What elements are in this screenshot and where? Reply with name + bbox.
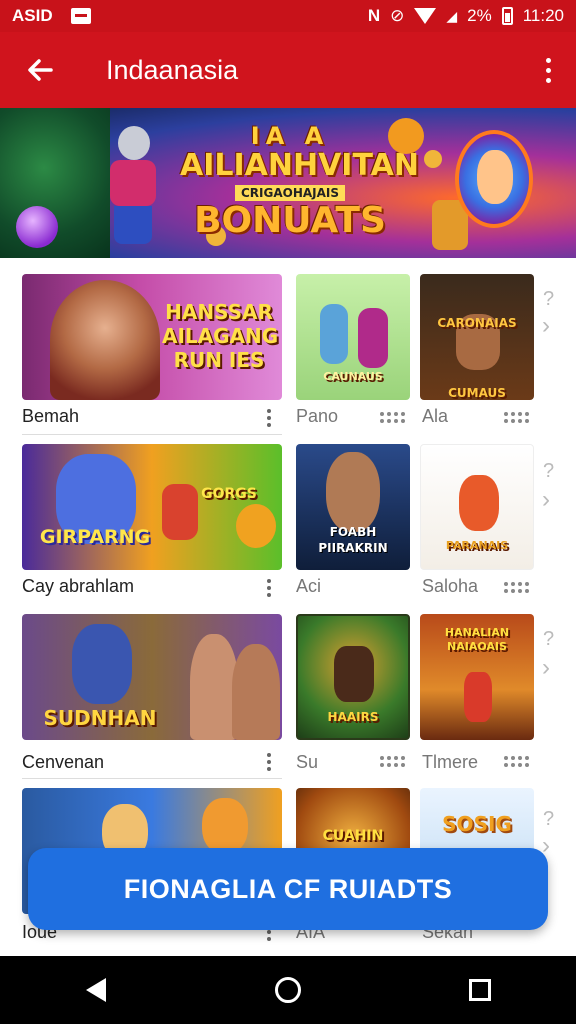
game-card-small[interactable]: FOABH PIIRAKRIN: [296, 444, 410, 570]
game-card-small[interactable]: CARONAIAS CUMAUS: [420, 274, 534, 400]
man-portrait-art: [326, 452, 380, 532]
game-card-art-text: GIRPARNG: [39, 526, 151, 548]
chevron-right-icon[interactable]: ›: [542, 312, 550, 340]
creature-art: [358, 308, 388, 368]
runner-character-art: [464, 672, 492, 722]
game-row: SUDNHAN HAAIRS HANALIAN NAIAOAIS Cenvena…: [0, 614, 576, 789]
help-icon[interactable]: ?: [543, 288, 554, 311]
signal-icon: ◢: [446, 7, 458, 24]
game-card-art-text: CUAHIN: [322, 828, 384, 844]
status-left-text: ASID: [12, 6, 53, 25]
back-triangle-icon: [86, 978, 106, 1002]
game-row: GIRPARNG GORGS FOABH PIIRAKRIN PARANAIS …: [0, 444, 576, 619]
game-card-art-text: HANSSAR AILAGANG RUN IES: [162, 300, 279, 372]
game-card-art-text: CARONAIAS CUMAUS: [437, 316, 517, 400]
recents-square-icon: [469, 979, 491, 1001]
game-title[interactable]: Saloha: [422, 576, 478, 597]
clock: 11:20: [522, 6, 564, 25]
app-bar: Indaanasia: [0, 32, 576, 108]
overflow-menu-button[interactable]: [520, 32, 576, 108]
battery-icon: [501, 7, 513, 25]
game-title[interactable]: Su: [296, 752, 318, 773]
nav-recents-button[interactable]: [440, 956, 520, 1024]
battery-percent: 2%: [467, 6, 492, 25]
game-card-art-text: FOABH PIIRAKRIN: [318, 525, 388, 555]
game-card-large[interactable]: SUDNHAN: [22, 614, 282, 740]
purple-gem-art: [16, 206, 58, 248]
game-card-small[interactable]: HANALIAN NAIAOAIS: [420, 614, 534, 740]
help-icon[interactable]: ?: [543, 808, 554, 831]
alarm-icon: ⊘: [390, 6, 405, 25]
creature-art: [320, 304, 348, 364]
portal-character-art: [455, 130, 533, 228]
home-circle-icon: [275, 977, 301, 1003]
game-card-art-text: HANALIAN NAIAOAIS: [444, 626, 510, 653]
game-title[interactable]: Aci: [296, 576, 321, 597]
promo-banner[interactable]: IA A AILIANHVITAN CRIGAOHAJAIS BONUATS: [0, 108, 576, 258]
more-vert-icon[interactable]: [264, 408, 274, 428]
man-portrait-art: [232, 644, 280, 740]
game-card-art-text: PARANAIS: [445, 539, 509, 552]
hero-character-art: [72, 624, 132, 704]
nfc-icon: N: [367, 6, 381, 25]
nav-back-button[interactable]: [56, 956, 136, 1024]
grid-dots-icon[interactable]: [504, 756, 529, 770]
screen-icon: [70, 8, 91, 24]
cta-button[interactable]: FIONAGLIA CF RUIADTS: [28, 848, 548, 930]
mascot-art: [388, 118, 424, 154]
banner-headline: IA A AILIANHVITAN CRIGAOHAJAIS BONUATS: [180, 122, 419, 241]
help-icon[interactable]: ?: [543, 460, 554, 483]
game-card-art-text: SUDNHAN: [43, 706, 157, 730]
woman-portrait-art: [50, 280, 160, 400]
more-vert-icon[interactable]: [264, 578, 274, 598]
arrow-left-icon: [28, 59, 53, 81]
status-bar: ASID N ⊘ ◢ 2% 11:20: [0, 0, 576, 32]
nav-home-button[interactable]: [248, 956, 328, 1024]
game-title[interactable]: Bemah: [22, 406, 79, 427]
game-title[interactable]: Pano: [296, 406, 338, 427]
game-title[interactable]: Ala: [422, 406, 448, 427]
game-title[interactable]: Cay abrahlam: [22, 576, 134, 597]
hero-character-art: [98, 126, 168, 244]
chevron-right-icon[interactable]: ›: [542, 486, 550, 514]
grid-dots-icon[interactable]: [380, 412, 405, 426]
game-card-small[interactable]: PARANAIS: [420, 444, 534, 570]
help-icon[interactable]: ?: [543, 628, 554, 651]
game-card-art-text: SOSIG: [442, 812, 512, 836]
grid-dots-icon[interactable]: [380, 756, 405, 770]
character-art: [236, 504, 276, 548]
coin-art: [424, 150, 442, 168]
grid-dots-icon[interactable]: [504, 582, 529, 596]
character-art: [202, 798, 248, 854]
page-title: Indaanasia: [106, 54, 239, 85]
divider: [22, 434, 282, 435]
game-card-art-text: HAAIRS: [327, 710, 379, 724]
divider: [22, 778, 282, 779]
back-button[interactable]: [0, 32, 80, 108]
more-vert-icon[interactable]: [264, 752, 274, 772]
chevron-right-icon[interactable]: ›: [542, 654, 550, 682]
more-vert-icon: [545, 57, 551, 63]
cartoon-character-art: [459, 475, 499, 531]
game-card-large[interactable]: HANSSAR AILAGANG RUN IES: [22, 274, 282, 400]
game-title[interactable]: Tlmere: [422, 752, 478, 773]
game-row: HANSSAR AILAGANG RUN IES CAUNAUS CARONAI…: [0, 274, 576, 449]
ninja-character-art: [334, 646, 374, 702]
game-title[interactable]: Cenvenan: [22, 752, 104, 773]
game-card-art-text: GORGS: [201, 486, 257, 502]
grid-dots-icon[interactable]: [504, 412, 529, 426]
game-card-art-text: CAUNAUS: [323, 370, 383, 383]
game-card-large[interactable]: GIRPARNG GORGS: [22, 444, 282, 570]
wifi-icon: [414, 8, 437, 24]
system-nav-bar: [0, 956, 576, 1024]
game-card-small[interactable]: CAUNAUS: [296, 274, 410, 400]
woman-portrait-art: [190, 634, 238, 740]
game-card-small[interactable]: HAAIRS: [296, 614, 410, 740]
